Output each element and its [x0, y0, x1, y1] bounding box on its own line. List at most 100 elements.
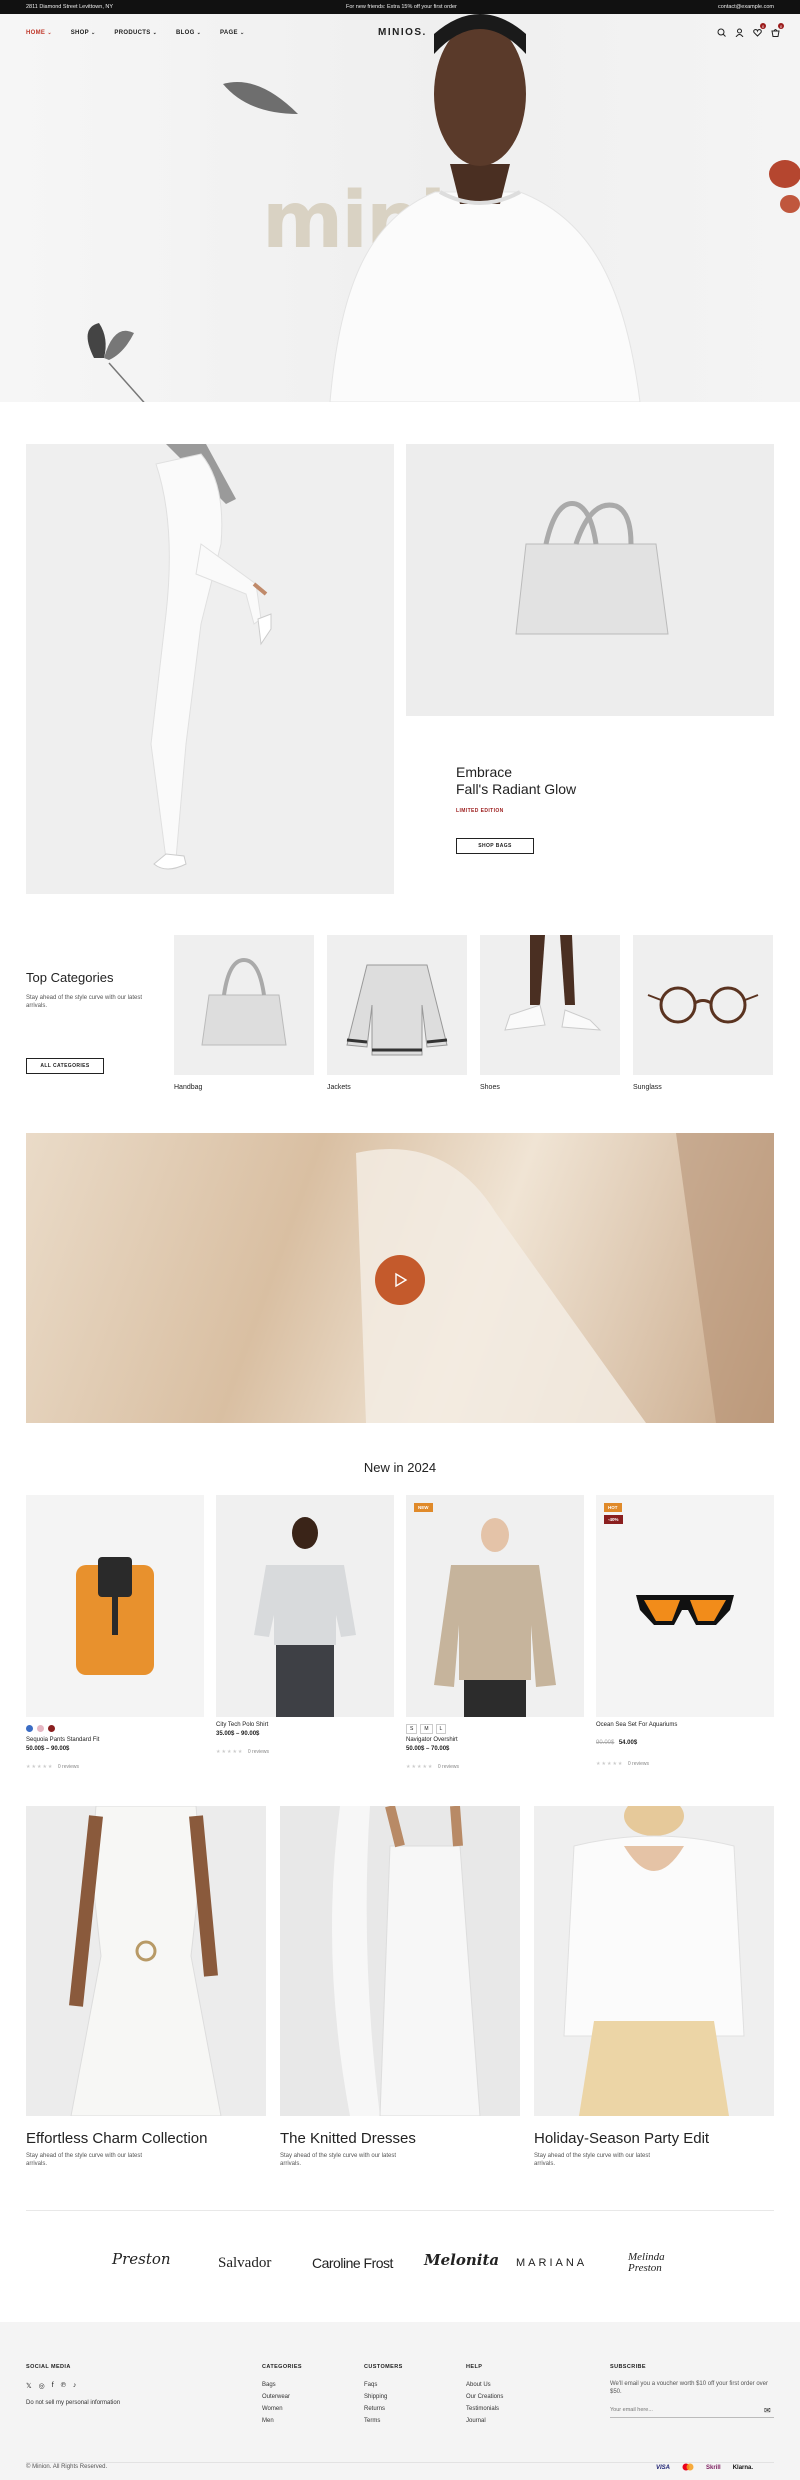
- swatch-pink[interactable]: [37, 1725, 44, 1732]
- leaf-decoration: [223, 82, 298, 114]
- footer-help-title: HELP: [466, 2364, 483, 2370]
- privacy-link[interactable]: Do not sell my personal information: [26, 2400, 120, 2406]
- shop-bags-button[interactable]: SHOP BAGS: [456, 838, 534, 854]
- nav-products[interactable]: PRODUCTS ⌄: [114, 30, 157, 36]
- swatch-blue[interactable]: [26, 1725, 33, 1732]
- review-count: 0 reviews: [57, 1764, 79, 1770]
- copyright: © Minion. All Rights Reserved.: [26, 2464, 108, 2470]
- promo-title-line1: Embrace: [456, 764, 513, 780]
- product-image-4[interactable]: HOT -40%: [596, 1495, 774, 1717]
- category-handbag-image[interactable]: [174, 935, 314, 1075]
- rating-stars: ★★★★★: [216, 1749, 244, 1755]
- social-icons: 𝕏 ◎ f ℗ ♪: [26, 2382, 76, 2390]
- footer-categories-title: CATEGORIES: [262, 2364, 302, 2370]
- nav-blog[interactable]: BLOG ⌄: [176, 30, 201, 36]
- site-header: HOME ⌄ SHOP ⌄ PRODUCTS ⌄ BLOG ⌄ PAGE ⌄ MINIOS…: [0, 14, 800, 54]
- collection-title-1[interactable]: Effortless Charm Collection: [26, 2130, 207, 2147]
- mastercard-icon: [682, 2463, 694, 2473]
- category-shoes-label[interactable]: Shoes: [480, 1084, 500, 1091]
- hero-banner: minion.: [0, 14, 800, 402]
- product-old-price: 90.00$: [596, 1740, 615, 1746]
- category-shoes-image[interactable]: [480, 935, 620, 1075]
- product-name[interactable]: City Tech Polo Shirt: [216, 1722, 394, 1728]
- search-icon[interactable]: [716, 27, 726, 37]
- instagram-icon[interactable]: ◎: [39, 2382, 45, 2390]
- facebook-icon[interactable]: f: [52, 2382, 54, 2390]
- nav-page[interactable]: PAGE ⌄: [220, 30, 244, 36]
- play-button[interactable]: [375, 1255, 425, 1305]
- product-info-4: Ocean Sea Set For Aquariums 90.00$ 54.00…: [596, 1722, 774, 1770]
- footer-link[interactable]: Shipping: [364, 2394, 387, 2400]
- store-address: 2811 Diamond Street Levittown, NY: [26, 4, 114, 10]
- all-categories-button[interactable]: ALL CATEGORIES: [26, 1058, 104, 1074]
- header-icons: 0 0: [716, 23, 784, 37]
- footer-link[interactable]: About Us: [466, 2382, 491, 2388]
- product-name[interactable]: Navigator Overshirt: [406, 1737, 584, 1743]
- product-badge-new: NEW: [414, 1503, 433, 1512]
- nav-shop[interactable]: SHOP ⌄: [71, 30, 96, 36]
- footer-link[interactable]: Women: [262, 2406, 283, 2412]
- account-icon[interactable]: [734, 27, 744, 37]
- footer-customers-title: CUSTOMERS: [364, 2364, 403, 2370]
- promo-text: For new friends: Extra 15% off your firs…: [346, 4, 457, 10]
- tiktok-icon[interactable]: ♪: [73, 2382, 77, 2390]
- rating-stars: ★★★★★: [26, 1764, 54, 1770]
- footer-link[interactable]: Outerwear: [262, 2394, 290, 2400]
- collection-desc-3: Stay ahead of the style curve with our l…: [534, 2153, 651, 2167]
- product-badge-discount: -40%: [604, 1515, 623, 1524]
- category-handbag-label[interactable]: Handbag: [174, 1084, 202, 1091]
- category-jackets-image[interactable]: [327, 935, 467, 1075]
- product-name[interactable]: Ocean Sea Set For Aquariums: [596, 1722, 774, 1728]
- brand-logo-6[interactable]: Melinda Preston: [628, 2252, 688, 2274]
- promo-bag-image[interactable]: [406, 444, 774, 716]
- color-swatches: [26, 1725, 55, 1732]
- nav-home[interactable]: HOME ⌄: [26, 30, 52, 36]
- site-logo[interactable]: MINIOS.: [378, 27, 427, 38]
- category-sunglass-label[interactable]: Sunglass: [633, 1084, 662, 1091]
- rating-stars: ★★★★★: [406, 1764, 434, 1770]
- brand-logo-5[interactable]: MARIANA: [516, 2257, 587, 2269]
- brand-logo-4[interactable]: Melonita: [424, 2251, 499, 2269]
- promo-model-image[interactable]: [26, 444, 394, 894]
- footer-link[interactable]: Faqs: [364, 2382, 377, 2388]
- footer-link[interactable]: Terms: [364, 2418, 380, 2424]
- size-l[interactable]: L: [435, 1724, 447, 1734]
- x-icon[interactable]: 𝕏: [26, 2382, 32, 2390]
- product-name[interactable]: Sequoia Pants Standard Fit: [26, 1737, 204, 1743]
- wishlist-count: 0: [760, 23, 766, 29]
- swatch-red[interactable]: [48, 1725, 55, 1732]
- product-image-1[interactable]: [26, 1495, 204, 1717]
- cart-icon[interactable]: 0: [770, 23, 784, 37]
- footer-link[interactable]: Bags: [262, 2382, 276, 2388]
- footer-link[interactable]: Our Creations: [466, 2394, 503, 2400]
- collection-image-3[interactable]: [534, 1806, 774, 2116]
- size-m[interactable]: M: [420, 1724, 433, 1734]
- size-s[interactable]: S: [406, 1724, 418, 1734]
- categories-title: Top Categories: [26, 970, 114, 985]
- collection-image-1[interactable]: [26, 1806, 266, 2116]
- brand-logo-3[interactable]: Caroline Frost: [312, 2255, 393, 2271]
- product-image-2[interactable]: [216, 1495, 394, 1717]
- send-icon[interactable]: ✉: [764, 2406, 771, 2415]
- collection-title-3[interactable]: Holiday-Season Party Edit: [534, 2130, 709, 2147]
- footer-link[interactable]: Returns: [364, 2406, 385, 2412]
- video-banner[interactable]: [26, 1133, 774, 1423]
- contact-email[interactable]: contact@example.com: [718, 4, 774, 10]
- divider: [26, 2210, 774, 2211]
- email-field[interactable]: [610, 2402, 774, 2418]
- product-badge-hot: HOT: [604, 1503, 622, 1512]
- payment-icons: VISA Skrill Klarna.: [656, 2463, 753, 2473]
- footer-link[interactable]: Men: [262, 2418, 274, 2424]
- footer-link[interactable]: Journal: [466, 2418, 486, 2424]
- brand-logo-2[interactable]: Salvador: [218, 2255, 271, 2272]
- pinterest-icon[interactable]: ℗: [61, 2382, 66, 2390]
- footer-link[interactable]: Testimonials: [466, 2406, 499, 2412]
- product-image-3[interactable]: NEW: [406, 1495, 584, 1717]
- main-nav: HOME ⌄ SHOP ⌄ PRODUCTS ⌄ BLOG ⌄ PAGE ⌄: [26, 30, 244, 36]
- wishlist-icon[interactable]: 0: [752, 23, 766, 37]
- brand-logo-1[interactable]: Preston: [112, 2250, 171, 2268]
- category-sunglass-image[interactable]: [633, 935, 773, 1075]
- category-jackets-label[interactable]: Jackets: [327, 1084, 351, 1091]
- collection-title-2[interactable]: The Knitted Dresses: [280, 2130, 416, 2147]
- collection-image-2[interactable]: [280, 1806, 520, 2116]
